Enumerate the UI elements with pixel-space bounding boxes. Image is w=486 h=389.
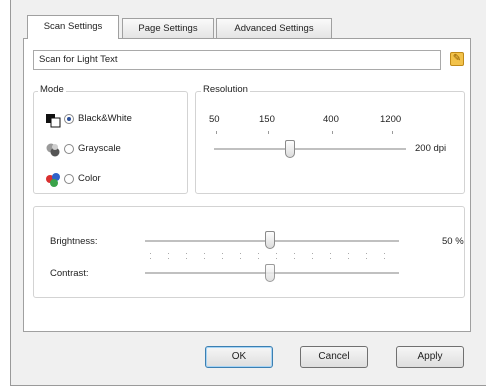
radio-grayscale[interactable]	[64, 144, 74, 154]
brightness-slider-thumb[interactable]	[265, 231, 275, 249]
mode-label-color: Color	[78, 173, 101, 184]
scale-dot	[366, 253, 367, 254]
resolution-tick-label-150: 150	[259, 114, 275, 125]
scale-dot	[384, 258, 385, 259]
resolution-slider-thumb[interactable]	[285, 140, 295, 158]
scale-dot	[294, 258, 295, 259]
scale-dot	[222, 253, 223, 254]
scale-dot	[294, 253, 295, 254]
scale-dot	[150, 258, 151, 259]
apply-button[interactable]: Apply	[396, 346, 464, 368]
resolution-value: 200 dpi	[415, 143, 447, 154]
radio-black-white[interactable]	[64, 114, 74, 124]
scale-dot	[276, 253, 277, 254]
resolution-tick	[216, 131, 217, 134]
resolution-tick	[392, 131, 393, 134]
adjustments-group	[33, 206, 465, 298]
contrast-label: Contrast:	[50, 268, 89, 279]
color-mode-icon	[46, 173, 60, 187]
resolution-group-label: Resolution	[201, 84, 250, 96]
scale-dot	[330, 258, 331, 259]
mode-group-label: Mode	[38, 84, 66, 96]
scale-dot	[258, 253, 259, 254]
scale-dot	[276, 258, 277, 259]
scale-dot	[348, 253, 349, 254]
scale-dot	[312, 253, 313, 254]
resolution-tick-label-50: 50	[209, 114, 220, 125]
resolution-tick	[332, 131, 333, 134]
scale-dot	[186, 253, 187, 254]
scale-dot	[240, 253, 241, 254]
scale-dot	[222, 258, 223, 259]
brightness-label: Brightness:	[50, 236, 98, 247]
scale-dot	[258, 258, 259, 259]
scale-dot	[168, 258, 169, 259]
scale-dot	[330, 253, 331, 254]
pencil-edit-icon[interactable]: ✎	[450, 52, 464, 66]
scale-dot	[348, 258, 349, 259]
scale-dot	[186, 258, 187, 259]
brightness-value: 50 %	[442, 236, 464, 247]
mode-label-black-white: Black&White	[78, 113, 132, 124]
scan-profile-field[interactable]: Scan for Light Text	[33, 50, 441, 70]
scale-dot	[240, 258, 241, 259]
grayscale-mode-icon	[46, 143, 60, 157]
scale-dot	[204, 258, 205, 259]
scale-dot	[168, 253, 169, 254]
tab-page-settings[interactable]: Page Settings	[122, 18, 214, 38]
resolution-tick	[268, 131, 269, 134]
tab-advanced-settings[interactable]: Advanced Settings	[216, 18, 332, 38]
resolution-tick-label-400: 400	[323, 114, 339, 125]
radio-color[interactable]	[64, 174, 74, 184]
tab-scan-settings[interactable]: Scan Settings	[27, 15, 119, 39]
resolution-tick-label-1200: 1200	[380, 114, 402, 125]
scale-dot	[366, 258, 367, 259]
resolution-slider-track[interactable]	[214, 148, 406, 151]
cancel-button[interactable]: Cancel	[300, 346, 368, 368]
mode-label-grayscale: Grayscale	[78, 143, 121, 154]
ok-button[interactable]: OK	[205, 346, 273, 368]
scale-dot	[384, 253, 385, 254]
scale-dot	[204, 253, 205, 254]
scale-dot	[150, 253, 151, 254]
black-white-mode-icon	[46, 114, 61, 128]
scale-dot	[312, 258, 313, 259]
contrast-slider-thumb[interactable]	[265, 264, 275, 282]
